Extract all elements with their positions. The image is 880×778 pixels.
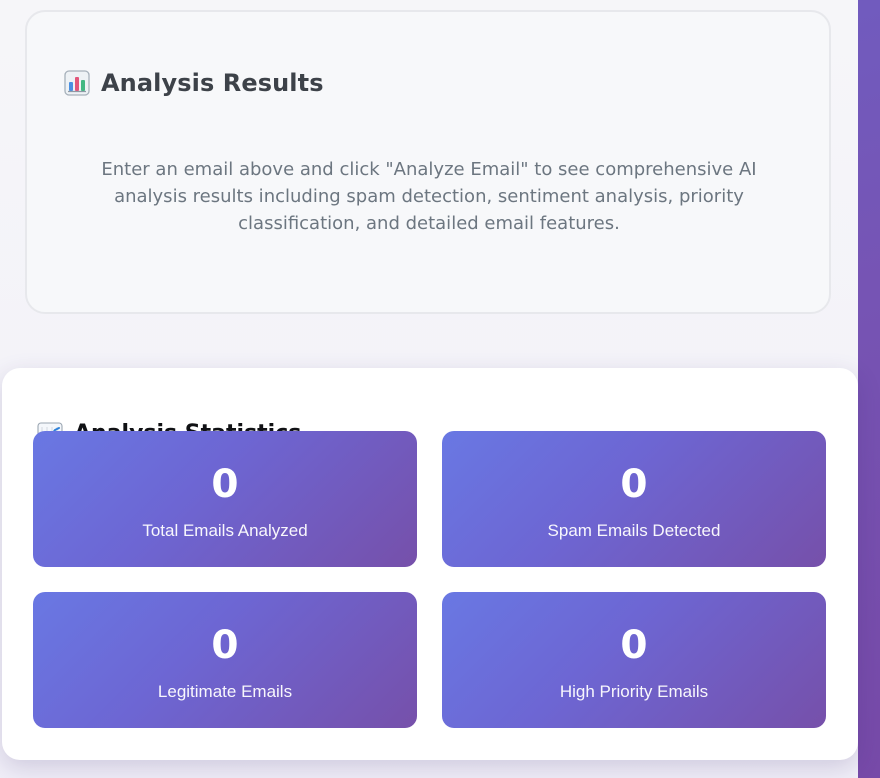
page-shell: Analysis Results Enter an email above an… — [0, 0, 858, 778]
stat-label: Total Emails Analyzed — [142, 521, 308, 540]
analysis-statistics-panel: Analysis Statistics 0 Total Emails Analy… — [2, 368, 858, 760]
analysis-results-title: Analysis Results — [101, 68, 324, 97]
stat-card-high-priority-emails: 0 High Priority Emails — [442, 592, 826, 728]
stat-card-legitimate-emails: 0 Legitimate Emails — [33, 592, 417, 728]
analysis-results-empty-message: Enter an email above and click "Analyze … — [101, 159, 757, 234]
analysis-results-header: Analysis Results — [63, 49, 324, 117]
stat-value: 0 — [620, 623, 648, 668]
stat-label: Spam Emails Detected — [547, 521, 721, 540]
stat-card-total-emails-analyzed: 0 Total Emails Analyzed — [33, 431, 417, 567]
bar-chart-icon — [63, 69, 91, 97]
stat-value: 0 — [211, 623, 239, 668]
stat-card-spam-emails-detected: 0 Spam Emails Detected — [442, 431, 826, 567]
stat-label: High Priority Emails — [559, 682, 709, 701]
stat-value: 0 — [620, 462, 648, 507]
analysis-results-panel: Analysis Results Enter an email above an… — [25, 10, 831, 314]
stat-label: Legitimate Emails — [157, 682, 293, 701]
stat-value: 0 — [211, 462, 239, 507]
